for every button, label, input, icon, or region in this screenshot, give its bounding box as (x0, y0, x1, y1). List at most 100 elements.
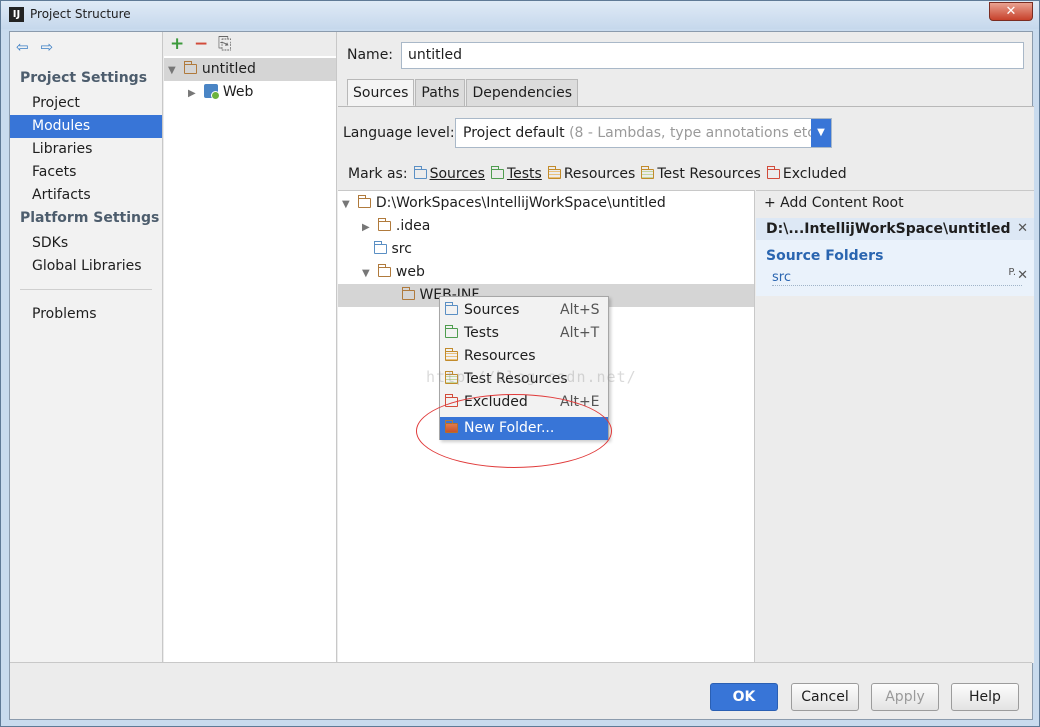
web-facet-icon (204, 84, 221, 100)
module-tree-item-untitled[interactable]: ▼ untitled (164, 58, 336, 81)
help-button[interactable]: Help (951, 683, 1019, 711)
language-level-value: Project default (463, 125, 565, 141)
tests-folder-icon (490, 166, 504, 179)
sources-folder-icon (374, 241, 387, 254)
module-name-input[interactable]: untitled (401, 42, 1024, 69)
facet-name: Web (222, 84, 254, 100)
copy-module-icon[interactable]: ⎘ (218, 34, 232, 54)
language-level-hint: (8 - Lambdas, type annotations etc.) (569, 125, 825, 141)
sidebar-item-problems[interactable]: Problems (10, 303, 162, 326)
tab-paths[interactable]: Paths (415, 79, 466, 106)
folder-properties-icon[interactable]: P. (1008, 267, 1016, 278)
tree-node-label: src (391, 241, 412, 257)
test-resources-folder-icon (641, 166, 655, 179)
mark-as-test-resources-button[interactable]: Test Resources (641, 166, 761, 182)
project-settings-heading: Project Settings (20, 70, 148, 86)
content-roots-panel: + Add Content Root D:\...IntellijWorkSpa… (756, 190, 1034, 663)
language-level-label: Language level: (343, 125, 455, 141)
remove-content-root-icon[interactable]: ✕ (1017, 218, 1028, 240)
module-tree-item-web[interactable]: ▶ Web (164, 81, 336, 104)
intellij-app-icon: IJ (9, 7, 24, 22)
tab-dependencies[interactable]: Dependencies (466, 79, 579, 106)
tree-node-web[interactable]: ▼ web (362, 261, 425, 284)
menu-item-label: Tests (464, 325, 499, 341)
tree-node-idea[interactable]: ▶ .idea (362, 215, 430, 238)
forward-arrow-icon[interactable]: ⇨ (41, 38, 54, 56)
folder-icon (402, 287, 415, 300)
menu-item-shortcut: Alt+T (560, 325, 600, 341)
mark-as-sources-button[interactable]: Sources (413, 166, 485, 182)
excluded-folder-icon (766, 166, 780, 179)
folder-icon (378, 218, 392, 231)
folder-icon (378, 264, 392, 277)
menu-item-label: Sources (464, 302, 520, 318)
module-name: untitled (201, 61, 256, 77)
title-bar: IJ Project Structure ✕ (1, 1, 1039, 29)
sources-folder-icon (413, 166, 427, 179)
remove-source-folder-icon[interactable]: ✕ (1017, 268, 1028, 283)
sidebar-item-artifacts[interactable]: Artifacts (10, 184, 162, 207)
annotation-circle (416, 394, 612, 468)
add-module-icon[interactable]: + (170, 34, 184, 54)
menu-item-sources[interactable]: Sources Alt+S (440, 299, 608, 322)
ok-button[interactable]: OK (710, 683, 778, 711)
modules-panel: + − ⎘ ▼ untitled ▶ Web (164, 32, 337, 662)
dialog-body: ⇦ ⇨ Project Settings Project Modules Lib… (9, 31, 1034, 720)
content-root-header: D:\...IntellijWorkSpace\untitled ✕ (756, 218, 1034, 240)
chevron-down-icon[interactable]: ▼ (811, 119, 831, 147)
collapsed-arrow-icon[interactable]: ▶ (362, 217, 374, 239)
sidebar-item-libraries[interactable]: Libraries (10, 138, 162, 161)
tab-sources[interactable]: Sources (347, 79, 415, 106)
folder-icon (358, 195, 372, 208)
cancel-button[interactable]: Cancel (791, 683, 859, 711)
name-label: Name: (347, 47, 394, 63)
menu-item-label: Resources (464, 348, 536, 364)
tree-node-root[interactable]: ▼ D:\WorkSpaces\IntellijWorkSpace\untitl… (342, 192, 666, 215)
sidebar-item-facets[interactable]: Facets (10, 161, 162, 184)
expanded-arrow-icon[interactable]: ▼ (342, 194, 354, 216)
mark-as-excluded-button[interactable]: Excluded (766, 166, 847, 182)
menu-item-tests[interactable]: Tests Alt+T (440, 322, 608, 345)
sources-folder-icon (445, 302, 458, 315)
tree-node-label: web (395, 264, 425, 280)
mark-as-resources-label: Resources (563, 166, 636, 182)
expanded-arrow-icon[interactable]: ▼ (168, 60, 180, 82)
remove-module-icon[interactable]: − (194, 34, 208, 54)
tree-node-src[interactable]: src (374, 238, 412, 261)
resources-folder-icon (445, 348, 458, 361)
collapsed-arrow-icon[interactable]: ▶ (188, 83, 200, 105)
watermark: http://blog.csdn.net/ (426, 368, 637, 386)
sidebar-item-modules[interactable]: Modules (10, 115, 162, 138)
mark-as-tests-label: Tests (506, 166, 542, 182)
back-arrow-icon[interactable]: ⇦ (16, 38, 29, 56)
resources-folder-icon (547, 166, 561, 179)
mark-as-tests-button[interactable]: Tests (490, 166, 542, 182)
mark-as-label: Mark as: (348, 166, 408, 182)
tree-node-label: D:\WorkSpaces\IntellijWorkSpace\untitled (375, 195, 666, 211)
tests-folder-icon (445, 325, 458, 338)
content-root-folders: Source Folders src P. ✕ (756, 240, 1034, 296)
content-root-path: D:\...IntellijWorkSpace\untitled (766, 221, 1011, 237)
add-content-root-button[interactable]: + Add Content Root (764, 195, 904, 211)
module-folder-icon (184, 61, 198, 74)
mark-as-bar: Mark as: Sources Tests Resources Test Re… (348, 166, 847, 182)
window-title: Project Structure (30, 7, 131, 21)
menu-item-resources[interactable]: Resources (440, 345, 608, 368)
platform-settings-heading: Platform Settings (20, 210, 160, 226)
expanded-arrow-icon[interactable]: ▼ (362, 263, 374, 285)
sidebar-item-project[interactable]: Project (10, 92, 162, 115)
settings-sidebar: ⇦ ⇨ Project Settings Project Modules Lib… (10, 32, 163, 662)
source-folder-entry[interactable]: src (772, 270, 1022, 286)
sidebar-item-global-libraries[interactable]: Global Libraries (10, 255, 162, 278)
modules-toolbar: + − ⎘ (164, 32, 336, 56)
language-level-select[interactable]: Project default (8 - Lambdas, type annot… (455, 118, 832, 148)
project-structure-window: IJ Project Structure ✕ ⇦ ⇨ Project Setti… (0, 0, 1040, 727)
menu-item-shortcut: Alt+S (560, 302, 600, 318)
close-window-button[interactable]: ✕ (989, 2, 1033, 21)
apply-button[interactable]: Apply (871, 683, 939, 711)
mark-as-test-resources-label: Test Resources (657, 166, 761, 182)
mark-as-sources-label: Sources (429, 166, 485, 182)
source-folders-heading: Source Folders (766, 248, 884, 264)
sidebar-item-sdks[interactable]: SDKs (10, 232, 162, 255)
mark-as-resources-button[interactable]: Resources (547, 166, 636, 182)
